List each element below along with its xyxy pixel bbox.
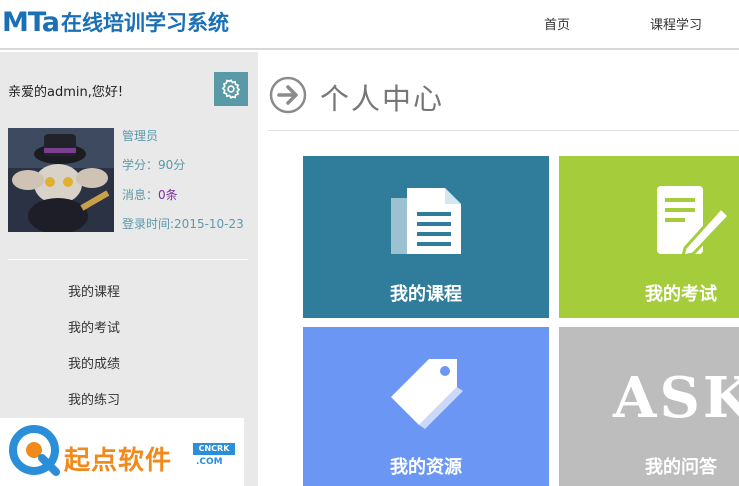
tile-my-courses[interactable]: 我的课程 — [303, 156, 549, 318]
logo-title: 在线培训学习系统 — [61, 11, 230, 35]
ask-icon: ASK — [613, 365, 739, 431]
avatar-image — [8, 128, 114, 232]
tile-my-exams[interactable]: 我的考试 — [559, 156, 739, 318]
sidebar-item-my-exams[interactable]: 我的考试 — [68, 317, 120, 353]
watermark-logo: 起点软件 CNCRK .COM — [0, 418, 244, 486]
gear-icon — [221, 79, 241, 99]
watermark-badge: CNCRK — [193, 443, 235, 455]
login-time: 登录时间:2015-10-23 — [122, 217, 244, 231]
sidebar-divider — [8, 259, 248, 260]
watermark-q-icon — [9, 425, 60, 476]
watermark-sub: .COM — [196, 457, 223, 467]
arrow-right-circle-icon — [269, 76, 307, 114]
nav-course-study-link[interactable]: 课程学习 — [650, 14, 702, 33]
page-title: 个人中心 — [320, 82, 445, 116]
site-logo[interactable]: MTa 在线培训学习系统 — [2, 4, 229, 38]
avatar — [8, 128, 114, 232]
tile-label: 我的考试 — [645, 284, 717, 305]
main-content: 个人中心 我的课程 我的考试 我的资源 ASK 我的问答 — [258, 52, 739, 486]
user-score: 学分：90分 — [122, 158, 186, 172]
settings-button[interactable] — [214, 72, 248, 106]
sidebar-item-my-courses[interactable]: 我的课程 — [68, 281, 120, 317]
sidebar-item-my-scores[interactable]: 我的成绩 — [68, 353, 120, 389]
watermark-text: 起点软件 — [64, 446, 173, 476]
document-icon — [391, 188, 461, 254]
user-messages[interactable]: 消息：0条 — [122, 186, 178, 203]
tile-label: 我的资源 — [390, 457, 462, 478]
tile-my-qa[interactable]: ASK 我的问答 — [559, 327, 739, 486]
tile-label: 我的问答 — [645, 457, 717, 478]
user-role: 管理员 — [122, 129, 159, 143]
tag-icon — [391, 359, 463, 429]
exam-pen-icon — [657, 186, 731, 258]
nav-home-link[interactable]: 首页 — [544, 14, 570, 33]
tile-my-resources[interactable]: 我的资源 — [303, 327, 549, 486]
title-divider — [268, 130, 739, 131]
logo-brand: MTa — [2, 7, 60, 38]
messages-label: 消息： — [122, 188, 159, 202]
top-header: MTa 在线培训学习系统 首页 课程学习 — [0, 0, 739, 50]
messages-count[interactable]: 0条 — [158, 188, 178, 202]
greeting-text: 亲爱的admin,您好! — [8, 85, 124, 100]
sidebar-menu: 我的课程 我的考试 我的成绩 我的练习 — [68, 281, 120, 425]
tile-label: 我的课程 — [390, 284, 462, 305]
